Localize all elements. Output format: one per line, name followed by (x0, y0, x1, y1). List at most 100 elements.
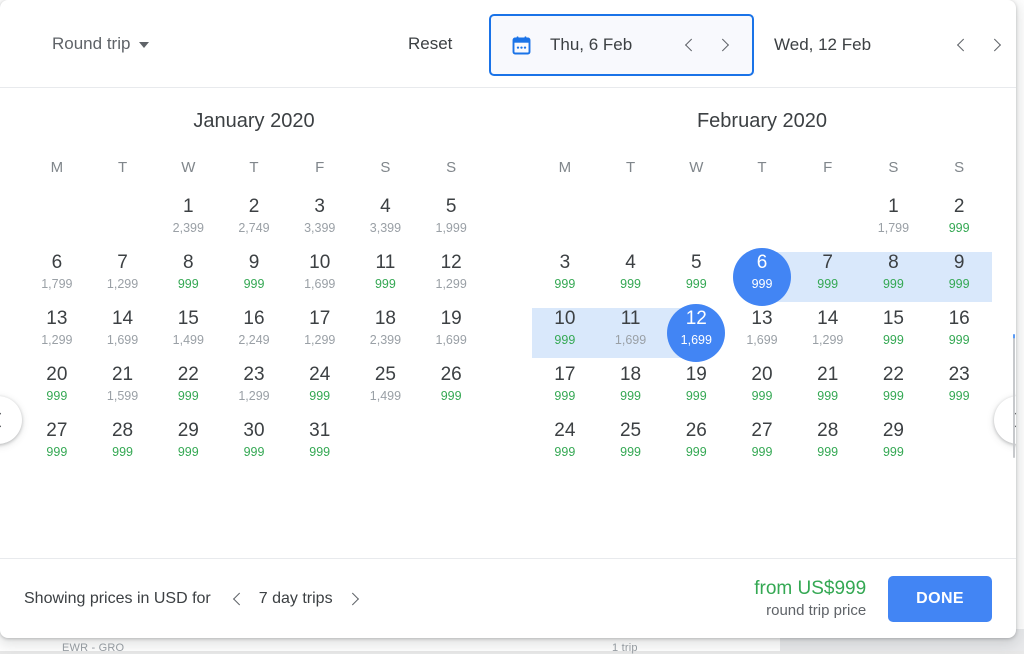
calendar-day[interactable]: 13 1,299 (24, 306, 90, 362)
day-price: 999 (882, 333, 904, 347)
weekday-label: T (625, 159, 636, 176)
calendar-day[interactable]: 17 999 (532, 362, 598, 418)
day-price: 1,799 (877, 221, 910, 235)
calendar-day[interactable]: 31 999 (287, 418, 353, 474)
calendar-day[interactable]: 3 999 (532, 250, 598, 306)
day-price: 999 (817, 277, 839, 291)
day-price: 999 (374, 277, 396, 291)
calendar-day[interactable]: 20 999 (24, 362, 90, 418)
calendar-day[interactable]: 15 1,499 (155, 306, 221, 362)
day-number: 4 (380, 196, 391, 217)
chevron-left-icon[interactable] (680, 35, 700, 55)
calendar-day[interactable]: 22 999 (155, 362, 221, 418)
calendar-week-row: 10 999 11 1,699 12 1,699 13 1,699 14 1,299 15 999 16… (532, 304, 992, 362)
calendar-day[interactable]: 19 1,699 (418, 306, 484, 362)
calendar-day[interactable]: 26 999 (663, 418, 729, 474)
calendar-day[interactable]: 8 999 (155, 250, 221, 306)
calendar-day[interactable]: 28 999 (795, 418, 861, 474)
calendar-day[interactable]: 12 1,699 (663, 304, 729, 362)
weekday-label: T (249, 159, 259, 176)
calendar-day[interactable]: 13 1,699 (729, 306, 795, 362)
calendar-day[interactable]: 10 1,699 (287, 250, 353, 306)
day-number: 17 (309, 308, 331, 329)
calendar-day[interactable]: 23 1,299 (221, 362, 287, 418)
day-number: 23 (948, 364, 970, 385)
calendar-day[interactable]: 7 999 (795, 250, 861, 306)
calendar-day[interactable]: 25 999 (598, 418, 664, 474)
chevron-right-icon[interactable] (714, 35, 734, 55)
calendar-day[interactable]: 23 999 (926, 362, 992, 418)
calendar-day[interactable]: 20 999 (729, 362, 795, 418)
day-price: 999 (112, 445, 133, 459)
calendar-day[interactable]: 24 999 (287, 362, 353, 418)
calendar-day[interactable]: 27 999 (729, 418, 795, 474)
departure-date-steppers (680, 35, 734, 55)
calendar-day[interactable]: 2 999 (926, 194, 992, 250)
calendar-day[interactable]: 3 3,399 (287, 194, 353, 250)
calendar-day[interactable]: 16 999 (926, 306, 992, 362)
calendar-day[interactable]: 26 999 (418, 362, 484, 418)
calendar-day[interactable]: 24 999 (532, 418, 598, 474)
weekday-label: T (117, 159, 128, 176)
calendar-day[interactable]: 29 999 (861, 418, 927, 474)
scrollbar-thumb[interactable] (1013, 338, 1015, 458)
calendar-day[interactable]: 18 999 (598, 362, 664, 418)
calendar-day[interactable]: 11 999 (353, 250, 419, 306)
calendar-day[interactable]: 14 1,299 (795, 306, 861, 362)
day-price: 999 (817, 445, 839, 459)
calendar-day[interactable]: 6 1,799 (24, 250, 90, 306)
calendar-day[interactable]: 4 3,399 (353, 194, 419, 250)
calendar-day[interactable]: 25 1,499 (353, 362, 419, 418)
calendar-day[interactable]: 9 999 (221, 250, 287, 306)
chevron-right-icon[interactable] (341, 586, 367, 612)
calendar-day[interactable]: 1 2,399 (155, 194, 221, 250)
calendar-day[interactable]: 1 1,799 (861, 194, 927, 250)
calendar-day[interactable]: 7 1,299 (90, 250, 156, 306)
calendar-icon (511, 35, 532, 56)
calendar-day[interactable]: 5 999 (663, 250, 729, 306)
return-date-field[interactable]: Wed, 12 Feb (754, 14, 1016, 76)
calendar-day[interactable]: 15 999 (861, 306, 927, 362)
calendar-day[interactable]: 9 999 (926, 250, 992, 306)
day-price: 999 (882, 277, 904, 291)
calendar-day[interactable]: 17 1,299 (287, 306, 353, 362)
calendar-day[interactable]: 10 999 (532, 306, 598, 362)
calendar-day[interactable]: 12 1,299 (418, 250, 484, 306)
calendar-day[interactable]: 29 999 (155, 418, 221, 474)
day-price: 3,399 (369, 221, 402, 235)
calendar-day[interactable]: 19 999 (663, 362, 729, 418)
done-button[interactable]: DONE (888, 575, 992, 622)
departure-date-field[interactable]: Thu, 6 Feb (489, 14, 754, 76)
calendar-day[interactable]: 27 999 (24, 418, 90, 474)
day-price: 999 (554, 333, 576, 347)
calendar-day[interactable]: 14 1,699 (90, 306, 156, 362)
trip-type-dropdown[interactable]: Round trip (52, 34, 150, 54)
day-price: 999 (948, 221, 970, 235)
chevron-left-icon[interactable] (952, 35, 972, 55)
day-price: 999 (243, 445, 265, 459)
day-number: 8 (888, 252, 899, 273)
month-grid: 1 2,399 2 2,749 3 3,399 4 3,399 5 1,999 6 1,799 7 1,2… (24, 194, 484, 474)
calendar-day[interactable]: 16 2,249 (221, 306, 287, 362)
reset-button[interactable]: Reset (408, 34, 452, 54)
calendar-day[interactable]: 30 999 (221, 418, 287, 474)
day-number: 9 (953, 252, 965, 273)
day-price: 999 (685, 277, 707, 291)
weekday-label: S (954, 159, 965, 176)
calendar-day[interactable]: 8 999 (861, 250, 927, 306)
day-price: 999 (554, 389, 576, 403)
calendar-day[interactable]: 21 1,599 (90, 362, 156, 418)
calendar-day[interactable]: 4 999 (598, 250, 664, 306)
chevron-right-icon[interactable] (986, 35, 1006, 55)
calendar-day[interactable]: 6 999 (729, 248, 795, 306)
weekday-label: W (181, 159, 196, 176)
calendar-day[interactable]: 22 999 (861, 362, 927, 418)
calendar-day[interactable]: 5 1,999 (418, 194, 484, 250)
calendar-day[interactable]: 2 2,749 (221, 194, 287, 250)
calendar-day[interactable]: 28 999 (90, 418, 156, 474)
calendar-day[interactable]: 11 1,699 (598, 306, 664, 362)
calendar-day[interactable]: 18 2,399 (353, 306, 419, 362)
weekday-label: T (757, 159, 767, 176)
chevron-left-icon[interactable] (225, 586, 251, 612)
calendar-day[interactable]: 21 999 (795, 362, 861, 418)
